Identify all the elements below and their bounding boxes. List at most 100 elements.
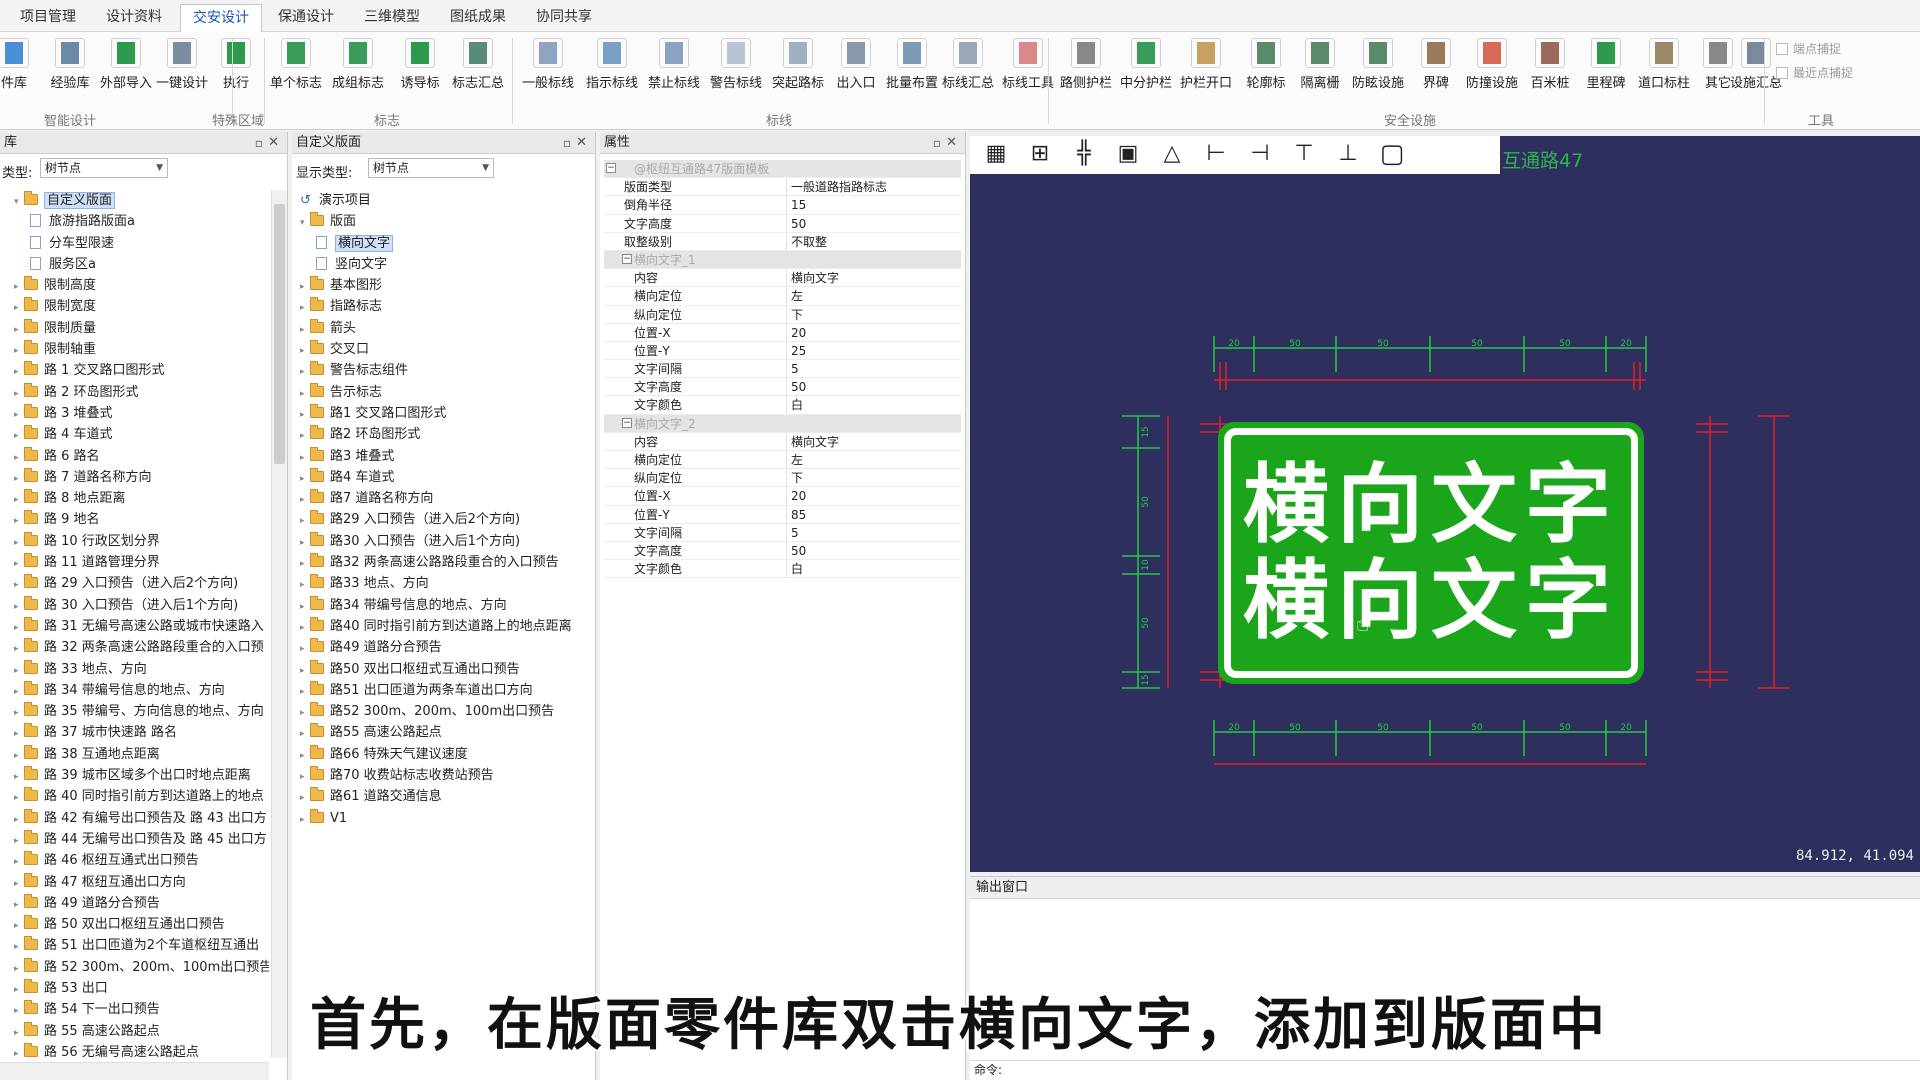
expand-arrow-icon[interactable]: ▸ — [14, 959, 24, 980]
pin-icon[interactable]: ▫ — [563, 132, 571, 154]
property-value[interactable]: 下 — [786, 469, 961, 488]
property-value[interactable]: 左 — [786, 451, 961, 469]
drawing-canvas[interactable]: ▦ ⊞ ╬ ▣ △ ⊢ ⊣ ⊤ ⊥ ▢ 互通路47 20 50 50 50 50 20 20… — [970, 136, 1920, 872]
ribbon-button-single-sign[interactable]: 单个标志 — [268, 36, 324, 106]
property-row[interactable]: 倒角半径 15 — [604, 196, 961, 215]
property-value[interactable]: 一般道路指路标志 — [786, 178, 961, 197]
custom-tree-item[interactable]: ▸ 路4 车道式 — [292, 467, 595, 488]
library-tree-item[interactable]: ▸ 限制宽度 — [0, 296, 269, 317]
expand-arrow-icon[interactable]: ▸ — [300, 362, 310, 383]
expand-arrow-icon[interactable]: ▸ — [14, 618, 24, 639]
library-tree-item[interactable]: ▸ 路 9 地名 — [0, 509, 269, 530]
library-tree-item[interactable]: ▸ 路 56 无编号高速公路起点 — [0, 1042, 269, 1063]
expand-arrow-icon[interactable]: ▸ — [300, 533, 310, 554]
expand-arrow-icon[interactable]: ▸ — [14, 426, 24, 447]
expand-arrow-icon[interactable]: ▸ — [14, 405, 24, 426]
property-row[interactable]: 文字高度 50 — [604, 378, 961, 397]
expand-arrow-icon[interactable]: ▸ — [300, 490, 310, 511]
library-tree-item[interactable]: ▸ 路 33 地点、方向 — [0, 659, 269, 680]
expand-arrow-icon[interactable]: ▸ — [14, 682, 24, 703]
expand-arrow-icon[interactable]: ▾ — [14, 192, 24, 213]
ribbon-button-raised-marker[interactable]: 突起路标 — [770, 36, 826, 106]
library-tree-item[interactable]: 分车型限速 — [0, 233, 269, 254]
expand-arrow-icon[interactable]: ▸ — [14, 895, 24, 916]
custom-tree-item[interactable]: ▸ 箭头 — [292, 318, 595, 339]
custom-tree-item[interactable]: 竖向文字 — [292, 254, 595, 275]
ribbon-button-marking-summary[interactable]: 标线汇总 — [940, 36, 996, 106]
property-row[interactable]: 纵向定位 下 — [604, 305, 961, 324]
library-tree-item[interactable]: ▸ 路 37 城市快速路 路名 — [0, 722, 269, 743]
expand-arrow-icon[interactable]: ▸ — [14, 362, 24, 383]
expand-arrow-icon[interactable]: ▸ — [14, 533, 24, 554]
property-value[interactable]: 5 — [786, 360, 961, 379]
expand-arrow-icon[interactable]: ▸ — [14, 597, 24, 618]
expand-arrow-icon[interactable]: ▸ — [14, 341, 24, 362]
custom-tree-item[interactable]: ▸ 路34 带编号信息的地点、方向 — [292, 595, 595, 616]
property-row[interactable]: 内容 横向文字 — [604, 432, 961, 451]
library-tree-item[interactable]: ▸ 路 4 车道式 — [0, 424, 269, 445]
property-group[interactable]: − @枢纽互通路47版面模板 — [604, 160, 961, 179]
custom-tree-item[interactable]: ▸ 路51 出口匝道为两条车道出口方向 — [292, 680, 595, 701]
expand-arrow-icon[interactable]: ▸ — [300, 788, 310, 809]
ribbon-button-roadside-guardrail[interactable]: 路侧护栏 — [1058, 36, 1114, 106]
library-tree-item[interactable]: ▸ 路 38 互通地点距离 — [0, 744, 269, 765]
tab-traffic-maintenance-design[interactable]: 保通设计 — [266, 4, 346, 32]
library-tree-item[interactable]: ▸ 路 1 交叉路口图形式 — [0, 360, 269, 381]
library-tree-item[interactable]: ▸ 路 54 下一出口预告 — [0, 999, 269, 1020]
library-tree-item[interactable]: ▾ 自定义版面 — [0, 190, 269, 211]
property-value[interactable]: 50 — [786, 214, 961, 233]
property-value[interactable]: 25 — [786, 341, 961, 360]
custom-tree-item[interactable]: ▾ 版面 — [292, 211, 595, 232]
sign-board[interactable]: 横向文字 横向文字 — [1218, 422, 1644, 684]
library-scrollbar[interactable] — [271, 190, 287, 1058]
custom-tree-item[interactable]: ▸ 路33 地点、方向 — [292, 573, 595, 594]
expand-arrow-icon[interactable]: ▸ — [14, 448, 24, 469]
expand-arrow-icon[interactable]: ▸ — [14, 384, 24, 405]
expand-arrow-icon[interactable]: ▸ — [14, 937, 24, 958]
expand-arrow-icon[interactable]: ▸ — [300, 703, 310, 724]
custom-tree-item[interactable]: ▸ 路1 交叉路口图形式 — [292, 403, 595, 424]
library-tree-item[interactable]: 服务区a — [0, 254, 269, 275]
library-tree-item[interactable]: ▸ 路 34 带编号信息的地点、方向 — [0, 680, 269, 701]
expand-arrow-icon[interactable]: ▸ — [14, 767, 24, 788]
property-row[interactable]: 内容 横向文字 — [604, 269, 961, 288]
expand-arrow-icon[interactable]: ▸ — [14, 469, 24, 490]
sign-text-line-1[interactable]: 横向文字 — [1243, 457, 1619, 553]
tab-traffic-safety-design[interactable]: 交安设计 — [180, 4, 262, 32]
property-row[interactable]: 横向定位 左 — [604, 287, 961, 306]
library-tree-item[interactable]: ▸ 路 2 环岛图形式 — [0, 382, 269, 403]
custom-tree-item[interactable]: ▸ 路61 道路交通信息 — [292, 786, 595, 807]
expand-arrow-icon[interactable]: ▸ — [14, 490, 24, 511]
expand-arrow-icon[interactable]: ▸ — [14, 298, 24, 319]
property-row[interactable]: 位置-Y 25 — [604, 341, 961, 361]
library-tree-item[interactable]: ▸ 路 40 同时指引前方到达道路上的地点 — [0, 786, 269, 807]
expand-arrow-icon[interactable]: ▸ — [14, 916, 24, 937]
property-row[interactable]: 位置-X 20 — [604, 323, 961, 342]
property-value[interactable]: 50 — [786, 541, 961, 560]
custom-tree-root[interactable]: ↺ 演示项目 — [292, 190, 595, 211]
ribbon-button-entrance-exit[interactable]: 出入口 — [828, 36, 884, 106]
custom-tree-item[interactable]: ▸ 路7 道路名称方向 — [292, 488, 595, 509]
custom-tree-item[interactable]: ▸ 路52 300m、200m、100m出口预告 — [292, 701, 595, 722]
library-tree-item[interactable]: ▸ 路 31 无编号高速公路或城市快速路入 — [0, 616, 269, 637]
pin-icon[interactable]: ▫ — [255, 132, 263, 154]
library-tree-item[interactable]: ▸ 路 47 枢纽互通出口方向 — [0, 872, 269, 893]
expand-arrow-icon[interactable]: ▾ — [300, 213, 310, 234]
close-icon[interactable]: ✕ — [576, 132, 587, 154]
expand-arrow-icon[interactable]: ▸ — [300, 724, 310, 745]
library-tree-item[interactable]: ▸ 路 52 300m、200m、100m出口预告 — [0, 957, 269, 978]
expand-arrow-icon[interactable]: ▸ — [14, 1001, 24, 1022]
library-tree-item[interactable]: ▸ 限制轴重 — [0, 339, 269, 360]
expand-arrow-icon[interactable]: ▸ — [300, 746, 310, 767]
expand-arrow-icon[interactable]: ▸ — [300, 810, 310, 831]
custom-tree-item[interactable]: ▸ 指路标志 — [292, 296, 595, 317]
property-row[interactable]: 横向定位 左 — [604, 451, 961, 470]
expand-arrow-icon[interactable]: ▸ — [300, 554, 310, 575]
property-row[interactable]: 文字颜色 白 — [604, 396, 961, 415]
ribbon-button-median-guardrail[interactable]: 中分护栏 — [1118, 36, 1174, 106]
expand-arrow-icon[interactable]: ▸ — [300, 426, 310, 447]
library-tree-item[interactable]: ▸ 限制高度 — [0, 275, 269, 296]
custom-tree-item[interactable]: ▸ 路40 同时指引前方到达道路上的地点距离 — [292, 616, 595, 637]
property-group[interactable]: − 横向文字_1 — [604, 250, 961, 270]
expand-arrow-icon[interactable]: ▸ — [300, 618, 310, 639]
